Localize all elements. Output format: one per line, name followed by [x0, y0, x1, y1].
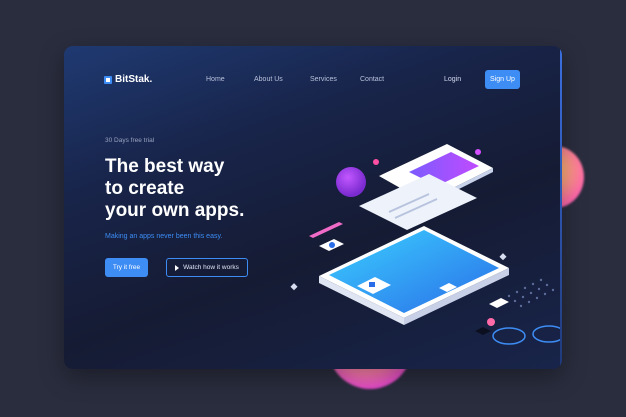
trial-label: 30 Days free trial — [105, 137, 155, 144]
brand-logo[interactable]: BitStak. — [104, 74, 152, 85]
headline-line-1: The best way — [105, 156, 225, 177]
brand-name: BitStak. — [115, 74, 153, 85]
landing-card: BitStak. Home About Us Services Contact … — [64, 46, 562, 369]
login-link[interactable]: Login — [444, 76, 461, 83]
headline-line-3: your own apps. — [105, 200, 245, 221]
play-icon — [175, 264, 180, 271]
nav-about[interactable]: About Us — [254, 76, 283, 83]
nav-contact[interactable]: Contact — [360, 76, 384, 83]
signup-button[interactable]: Sign Up — [485, 70, 520, 89]
try-free-button[interactable]: Try it free — [105, 258, 148, 277]
watch-video-button[interactable]: Watch how it works — [166, 258, 248, 277]
logo-icon — [104, 75, 112, 84]
watch-video-label: Watch how it works — [183, 264, 239, 271]
hero-subtitle: Making an apps never been this easy. — [105, 233, 223, 240]
nav-services[interactable]: Services — [310, 76, 337, 83]
nav-home[interactable]: Home — [206, 76, 225, 83]
phone-illustration — [290, 144, 562, 345]
headline-line-2: to create — [105, 178, 185, 199]
hero-headline: The best way to create your own apps. — [105, 156, 305, 222]
navbar: BitStak. Home About Us Services Contact … — [64, 46, 562, 106]
